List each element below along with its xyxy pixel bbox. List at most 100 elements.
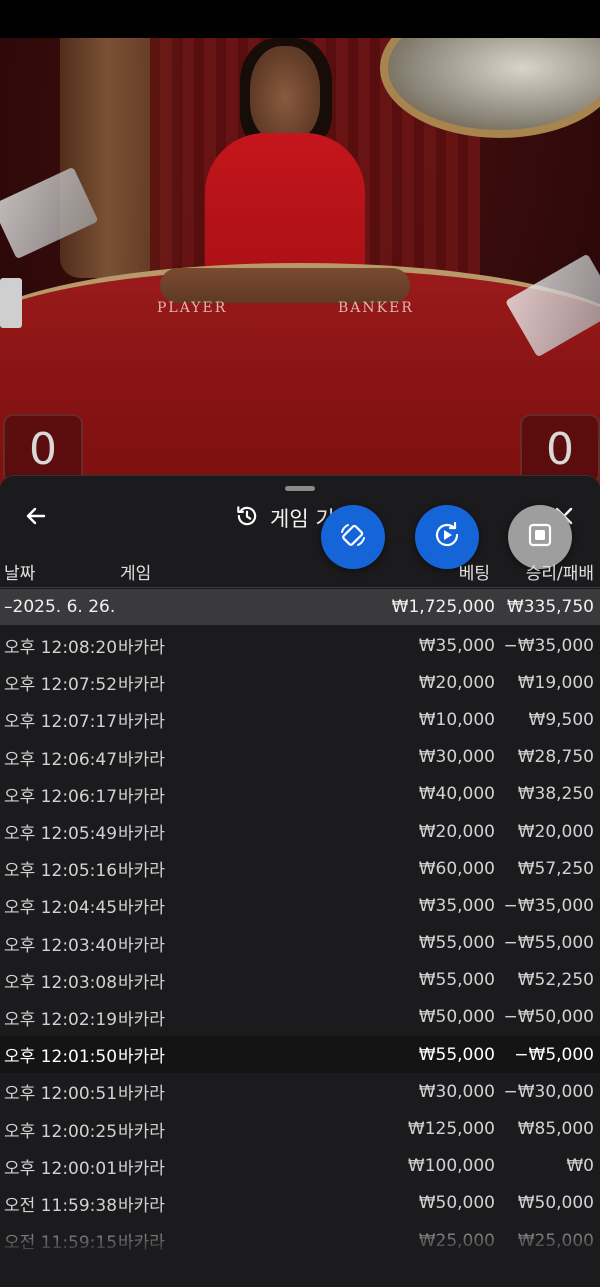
card-stack <box>0 278 22 328</box>
row-bet: ₩50,000 <box>418 1193 495 1214</box>
table-label-player: PLAYER <box>157 300 228 316</box>
row-bet: ₩55,000 <box>418 970 495 991</box>
row-result: −₩55,000 <box>503 933 594 954</box>
rotate-screen-button[interactable] <box>321 505 385 569</box>
row-time: 오후 12:04:45 <box>4 898 118 919</box>
column-header-win-loss[interactable]: 승리/패배 <box>526 556 594 586</box>
row-game: 바카라 <box>118 638 165 659</box>
day-group-header[interactable]: –2025. 6. 26. ₩1,725,000 ₩335,750 <box>0 589 600 625</box>
table-row[interactable]: 오후 12:06:17 바카라 ₩40,000 ₩38,250 <box>0 776 600 813</box>
row-game: 바카라 <box>118 1047 165 1068</box>
row-game: 바카라 <box>118 675 165 696</box>
row-game: 바카라 <box>118 749 165 770</box>
stop-square-icon <box>525 520 555 554</box>
table-row[interactable]: 오후 12:05:16 바카라 ₩60,000 ₩57,250 <box>0 850 600 887</box>
table-row[interactable]: 오후 12:00:25 바카라 ₩125,000 ₩85,000 <box>0 1110 600 1147</box>
row-game: 바카라 <box>118 1233 165 1254</box>
row-game: 바카라 <box>118 898 165 919</box>
table-row[interactable]: 오후 12:08:20 바카라 ₩35,000 −₩35,000 <box>0 627 600 664</box>
back-arrow-icon <box>24 504 48 532</box>
row-bet: ₩50,000 <box>418 1007 495 1028</box>
day-win-total: ₩335,750 <box>506 597 594 617</box>
row-time: 오후 12:07:17 <box>4 712 118 733</box>
row-result: ₩25,000 <box>517 1230 594 1251</box>
column-header-date[interactable]: 날짜 <box>4 556 35 586</box>
table-row[interactable]: 오후 12:06:47 바카라 ₩30,000 ₩28,750 <box>0 739 600 776</box>
player-score: 0 <box>3 414 83 484</box>
row-result: −₩50,000 <box>503 1007 594 1028</box>
table-row[interactable]: 오후 12:07:52 바카라 ₩20,000 ₩19,000 <box>0 664 600 701</box>
table-row[interactable]: 오후 12:05:49 바카라 ₩20,000 ₩20,000 <box>0 813 600 850</box>
row-game: 바카라 <box>118 1195 165 1216</box>
table-label-banker: BANKER <box>338 300 414 316</box>
row-bet: ₩20,000 <box>418 821 495 842</box>
row-time: 오후 12:08:20 <box>4 638 118 659</box>
day-bet-total: ₩1,725,000 <box>391 597 495 617</box>
history-list: 오후 12:08:20 바카라 ₩35,000 −₩35,000 오후 12:07:52… <box>0 627 600 1259</box>
row-result: ₩0 <box>566 1156 594 1177</box>
row-result: ₩52,250 <box>517 970 594 991</box>
table-row[interactable]: 오후 12:04:45 바카라 ₩35,000 −₩35,000 <box>0 887 600 924</box>
dealer-arms <box>160 268 410 303</box>
row-time: 오후 12:01:50 <box>4 1047 118 1068</box>
table-row[interactable]: 오전 11:59:38 바카라 ₩50,000 ₩50,000 <box>0 1185 600 1222</box>
row-game: 바카라 <box>118 786 165 807</box>
row-time: 오후 12:05:49 <box>4 824 118 845</box>
history-clock-icon <box>234 503 260 533</box>
column-header-bet[interactable]: 베팅 <box>459 556 490 586</box>
table-row[interactable]: 오후 12:07:17 바카라 ₩10,000 ₩9,500 <box>0 701 600 738</box>
row-bet: ₩40,000 <box>418 784 495 805</box>
status-bar <box>0 0 600 38</box>
back-button[interactable] <box>18 500 54 536</box>
row-time: 오후 12:03:08 <box>4 972 118 993</box>
row-result: ₩38,250 <box>517 784 594 805</box>
row-time: 오후 12:06:17 <box>4 786 118 807</box>
row-bet: ₩35,000 <box>418 635 495 656</box>
row-bet: ₩55,000 <box>418 1044 495 1065</box>
replay-play-icon <box>430 518 464 556</box>
banker-score: 0 <box>520 414 600 484</box>
row-bet: ₩10,000 <box>418 709 495 730</box>
header-divider <box>0 587 600 588</box>
row-bet: ₩25,000 <box>418 1230 495 1251</box>
row-bet: ₩100,000 <box>407 1156 495 1177</box>
table-row[interactable]: 오후 12:01:50 바카라 ₩55,000 −₩5,000 <box>0 1036 600 1074</box>
row-game: 바카라 <box>118 712 165 733</box>
row-time: 오전 11:59:15 <box>4 1233 118 1254</box>
row-result: ₩85,000 <box>517 1119 594 1140</box>
table-row[interactable]: 오후 12:00:01 바카라 ₩100,000 ₩0 <box>0 1148 600 1185</box>
row-bet: ₩125,000 <box>407 1119 495 1140</box>
column-header-game[interactable]: 게임 <box>120 556 151 586</box>
row-time: 오후 12:00:51 <box>4 1084 118 1105</box>
row-result: −₩35,000 <box>503 895 594 916</box>
table-row[interactable]: 오후 12:03:08 바카라 ₩55,000 ₩52,250 <box>0 962 600 999</box>
table-row[interactable]: 오후 12:03:40 바카라 ₩55,000 −₩55,000 <box>0 925 600 962</box>
row-game: 바카라 <box>118 824 165 845</box>
row-result: −₩30,000 <box>503 1081 594 1102</box>
row-bet: ₩55,000 <box>418 933 495 954</box>
table-row[interactable]: 오후 12:02:19 바카라 ₩50,000 −₩50,000 <box>0 999 600 1036</box>
row-game: 바카라 <box>118 1121 165 1142</box>
row-game: 바카라 <box>118 861 165 882</box>
row-result: ₩9,500 <box>528 709 594 730</box>
row-result: −₩5,000 <box>514 1044 594 1065</box>
row-game: 바카라 <box>118 1009 165 1030</box>
row-time: 오후 12:06:47 <box>4 749 118 770</box>
row-game: 바카라 <box>118 1158 165 1179</box>
row-game: 바카라 <box>118 1084 165 1105</box>
row-time: 오전 11:59:38 <box>4 1195 118 1216</box>
row-bet: ₩60,000 <box>418 858 495 879</box>
row-result: ₩19,000 <box>517 672 594 693</box>
table-row[interactable]: 오전 11:59:15 바카라 ₩25,000 ₩25,000 <box>0 1222 600 1259</box>
row-game: 바카라 <box>118 935 165 956</box>
table-row[interactable]: 오후 12:00:51 바카라 ₩30,000 −₩30,000 <box>0 1073 600 1110</box>
row-time: 오후 12:03:40 <box>4 935 118 956</box>
dealer-head <box>250 46 320 141</box>
live-video-feed: PLAYER BANKER <box>0 38 600 488</box>
row-bet: ₩20,000 <box>418 672 495 693</box>
row-time: 오후 12:00:01 <box>4 1158 118 1179</box>
row-time: 오후 12:02:19 <box>4 1009 118 1030</box>
drag-handle[interactable] <box>285 486 315 491</box>
row-result: −₩35,000 <box>503 635 594 656</box>
day-date: –2025. 6. 26. <box>4 597 116 617</box>
